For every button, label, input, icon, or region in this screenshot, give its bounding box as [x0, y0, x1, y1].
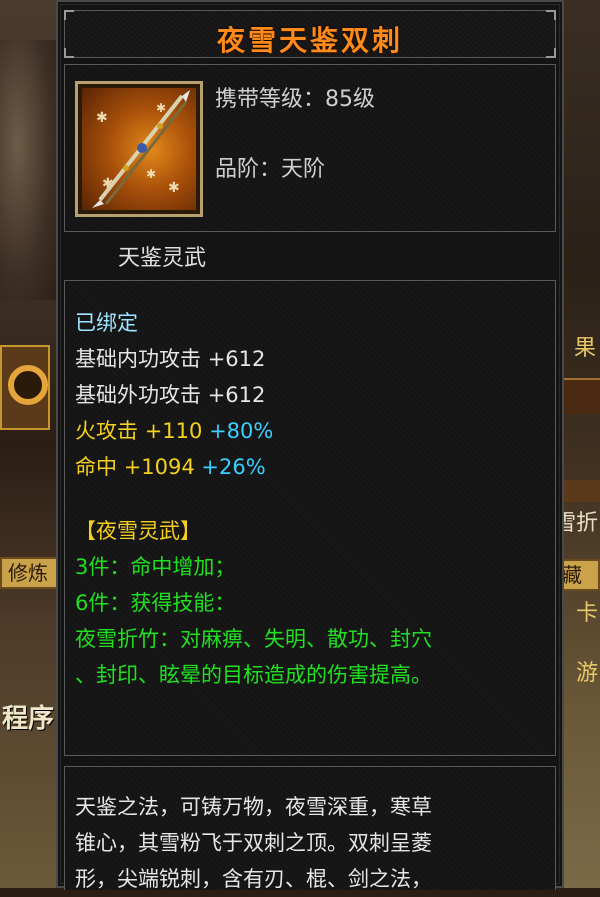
background-left-label: 程序: [2, 704, 55, 734]
item-stats-section: 已绑定 基础内功攻击 +612 基础外功攻击 +612 火攻击 +110 +80…: [64, 280, 556, 756]
set-bonus-6: 6件：获得技能：: [75, 591, 236, 615]
svg-text:✱: ✱: [146, 167, 156, 181]
background-right-panel: [560, 0, 600, 888]
item-icon-frame: ✱ ✱ ✱ ✱ ✱: [75, 81, 203, 217]
item-grade: 品阶：天阶: [215, 157, 326, 182]
background-right-bar: [558, 378, 600, 414]
stat-bonus: +26%: [201, 455, 266, 479]
tab-cultivation[interactable]: 修炼: [0, 557, 60, 589]
stat-label: 基础外功攻击: [75, 383, 201, 407]
set-skill-line-2: 、封印、眩晕的目标造成的伤害提高。: [75, 663, 432, 687]
stat-value: +1094: [123, 455, 195, 479]
stat-bonus: +80%: [209, 419, 274, 443]
tooltip-title-bar: 夜雪天鉴双刺: [64, 10, 556, 58]
background-right-label-3: 卡: [575, 601, 598, 626]
inventory-slot-ring[interactable]: [0, 345, 50, 430]
stat-label: 命中: [75, 455, 117, 479]
rock-decoration: [0, 40, 58, 300]
background-right-bar-2: [558, 480, 600, 502]
description-line: 锥心，其雪粉飞于双刺之顶。双刺呈菱: [75, 831, 432, 855]
item-description-section: 天鉴之法，可铸万物，夜雪深重，寒草 锥心，其雪粉飞于双刺之顶。双刺呈菱 形，尖端…: [64, 766, 556, 891]
stat-label: 火攻击: [75, 419, 138, 443]
svg-text:✱: ✱: [168, 180, 180, 196]
item-tooltip: 夜雪天鉴双刺 ✱ ✱ ✱ ✱ ✱ 携带等级：85级 品阶：天阶 天鉴灵武 已绑定…: [56, 0, 564, 891]
stat-value: +612: [207, 383, 266, 407]
description-line: 天鉴之法，可铸万物，夜雪深重，寒草: [75, 795, 432, 819]
stat-value: +612: [207, 347, 266, 371]
ring-icon: [8, 365, 48, 405]
svg-text:✱: ✱: [156, 101, 166, 115]
item-category: 天鉴灵武: [118, 246, 207, 271]
stat-value: +110: [144, 419, 203, 443]
background-left-panel: [0, 0, 60, 888]
description-line: 形，尖端锐刺，含有刃、棍、剑之法，: [75, 867, 432, 891]
stat-row: 火攻击 +110 +80%: [75, 415, 273, 445]
item-description: 天鉴之法，可铸万物，夜雪深重，寒草 锥心，其雪粉飞于双刺之顶。双刺呈菱 形，尖端…: [75, 789, 545, 897]
stat-row: 基础外功攻击 +612: [75, 379, 265, 409]
stat-row: 命中 +1094 +26%: [75, 451, 266, 481]
item-info-section: ✱ ✱ ✱ ✱ ✱ 携带等级：85级 品阶：天阶: [64, 64, 556, 232]
set-bonus-3: 3件：命中增加；: [75, 555, 236, 579]
bound-status: 已绑定: [75, 311, 138, 335]
required-level: 携带等级：85级: [215, 87, 375, 112]
item-name: 夜雪天鉴双刺: [216, 24, 403, 57]
background-right-label-4: 游: [575, 661, 598, 686]
svg-text:✱: ✱: [96, 110, 108, 126]
set-skill-line-1: 夜雪折竹：对麻痹、失明、散功、封穴: [75, 627, 432, 651]
stat-label: 基础内功攻击: [75, 347, 201, 371]
stat-row: 基础内功攻击 +612: [75, 343, 265, 373]
set-name: 【夜雪灵武】: [75, 519, 201, 543]
twin-spear-icon: ✱ ✱ ✱ ✱ ✱: [82, 88, 196, 210]
background-right-label-1: 果: [573, 336, 596, 361]
